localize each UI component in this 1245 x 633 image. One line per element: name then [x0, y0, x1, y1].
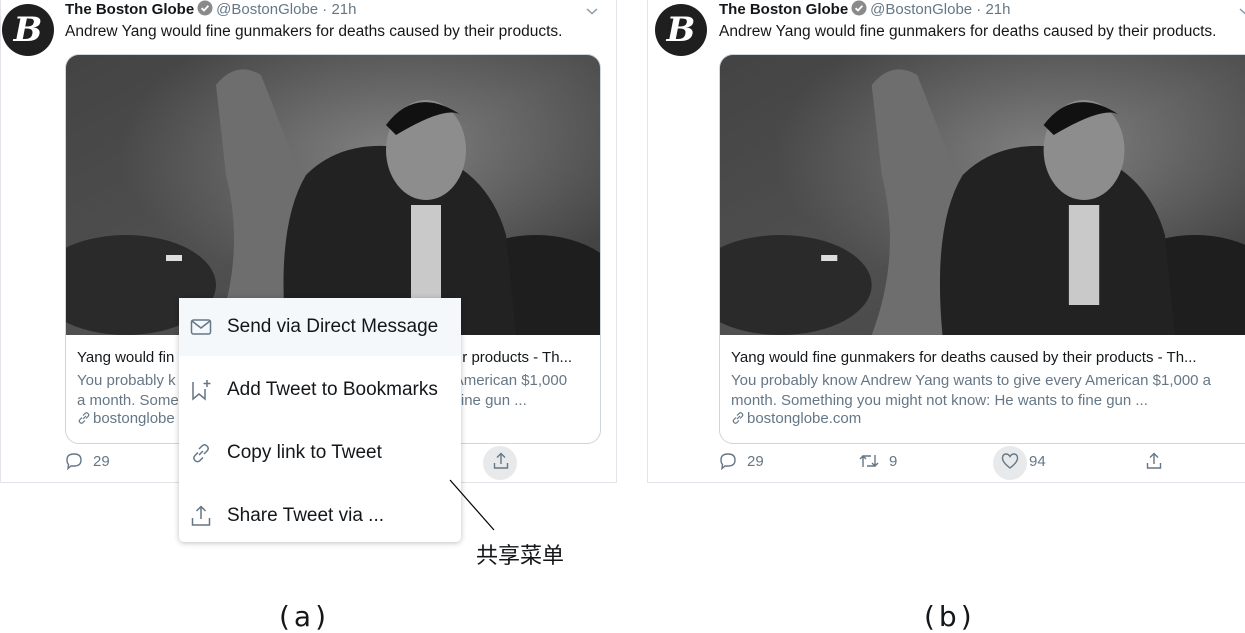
- tweet-panel-b: B The Boston Globe @BostonGlobe · 21h And…: [647, 0, 1245, 483]
- link-small-icon: [732, 412, 744, 424]
- bookmark-add-icon: [192, 380, 211, 401]
- like-button[interactable]: 94: [1001, 452, 1046, 470]
- verified-icon: [197, 0, 213, 20]
- link-icon: [193, 444, 209, 463]
- handle-time[interactable]: @BostonGlobe · 21h: [216, 1, 356, 18]
- tweet-text: Andrew Yang would fine gunmakers for dea…: [719, 23, 1217, 40]
- tweet-actions: 29 9 94: [719, 446, 1245, 480]
- share-menu: Send via Direct Message Add Tweet to Boo…: [179, 298, 461, 542]
- card-domain: bostonglobe.com: [731, 410, 861, 427]
- menu-item-bookmark[interactable]: Add Tweet to Bookmarks: [179, 361, 461, 419]
- chevron-down-icon[interactable]: [1238, 6, 1245, 16]
- menu-item-share-via[interactable]: Share Tweet via ...: [179, 487, 461, 545]
- menu-item-copy-link[interactable]: Copy link to Tweet: [179, 424, 461, 482]
- reply-button[interactable]: 29: [65, 452, 110, 470]
- avatar[interactable]: B: [655, 4, 707, 56]
- reply-icon: [720, 453, 736, 470]
- tweet-header: The Boston Globe @BostonGlobe · 21h: [719, 0, 1010, 20]
- handle-time[interactable]: @BostonGlobe · 21h: [870, 1, 1010, 18]
- menu-item-direct-message[interactable]: Send via Direct Message: [179, 298, 461, 356]
- callout-line: [449, 479, 495, 531]
- tweet-header: The Boston Globe @BostonGlobe · 21h: [65, 0, 356, 20]
- callout-label: 共享菜单: [476, 544, 565, 569]
- figure-label-b: (b): [924, 600, 976, 633]
- link-small-icon: [78, 412, 90, 424]
- author-name[interactable]: The Boston Globe: [719, 1, 848, 18]
- envelope-icon: [190, 319, 212, 335]
- share-button[interactable]: [492, 452, 520, 470]
- card-domain: bostonglobe: [77, 410, 175, 427]
- reply-icon: [66, 453, 82, 470]
- avatar[interactable]: B: [2, 4, 54, 56]
- author-name[interactable]: The Boston Globe: [65, 1, 194, 18]
- verified-icon: [851, 0, 867, 20]
- tweet-text: Andrew Yang would fine gunmakers for dea…: [65, 23, 563, 40]
- link-card[interactable]: Yang would fine gunmakers for deaths cau…: [719, 54, 1245, 444]
- share-button[interactable]: [1145, 452, 1173, 470]
- card-description: You probably know Andrew Yang wants to g…: [731, 372, 1212, 409]
- retweet-icon: [859, 455, 879, 467]
- share-icon: [493, 452, 509, 469]
- heart-icon: [1001, 453, 1019, 469]
- share-via-icon: [191, 505, 211, 526]
- retweet-button[interactable]: 9: [859, 452, 897, 470]
- chevron-down-icon[interactable]: [585, 6, 599, 16]
- reply-button[interactable]: 29: [719, 452, 764, 470]
- card-title: Yang would fine gunmakers for deaths cau…: [731, 349, 1197, 366]
- article-photo: [66, 55, 600, 335]
- share-icon: [1146, 452, 1162, 469]
- article-photo: [720, 55, 1245, 335]
- figure-label-a: (a): [279, 600, 331, 633]
